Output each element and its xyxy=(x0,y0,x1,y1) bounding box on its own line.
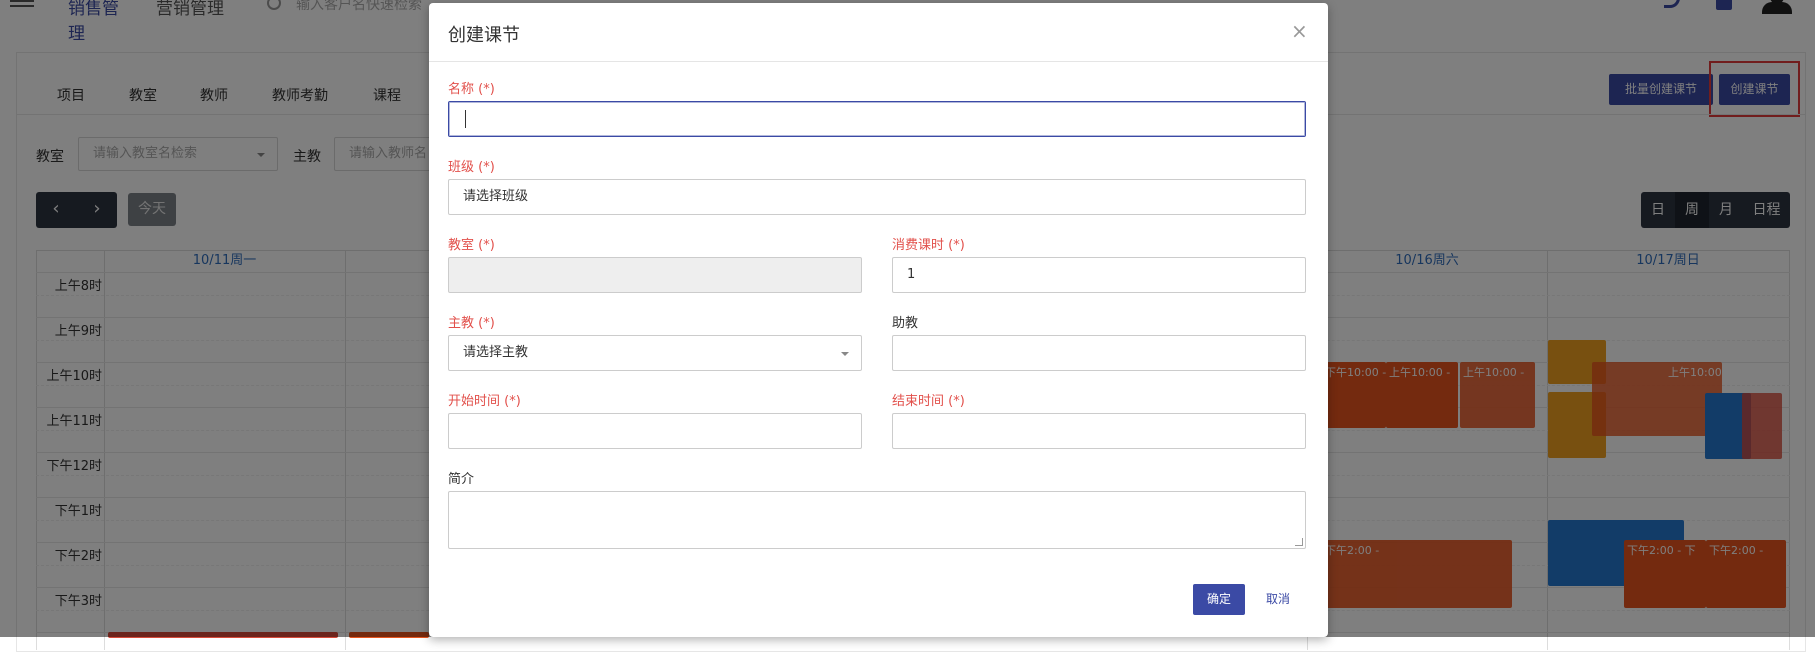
close-icon[interactable]: × xyxy=(1291,21,1308,41)
start-time-input[interactable] xyxy=(448,413,862,449)
room-field xyxy=(448,257,862,293)
class-select[interactable]: 请选择班级 xyxy=(448,179,1306,215)
dialog-title: 创建课节 xyxy=(448,25,520,46)
create-lesson-dialog: 创建课节 × 名称 (*) 班级 (*) 请选择班级 教室 (*) 消费课时 (… xyxy=(429,3,1328,637)
hours-input[interactable]: 1 xyxy=(892,257,1306,293)
hours-label: 消费课时 (*) xyxy=(892,238,965,253)
assistant-label: 助教 xyxy=(892,316,919,331)
teacher-label: 主教 (*) xyxy=(448,316,495,331)
class-placeholder: 请选择班级 xyxy=(463,189,529,204)
intro-label: 简介 xyxy=(448,472,475,487)
cancel-button[interactable]: 取消 xyxy=(1258,584,1298,615)
room-label: 教室 (*) xyxy=(448,238,495,253)
teacher-select[interactable]: 请选择主教 xyxy=(448,335,862,371)
end-time-label: 结束时间 (*) xyxy=(892,394,965,409)
start-time-label: 开始时间 (*) xyxy=(448,394,521,409)
end-time-input[interactable] xyxy=(892,413,1306,449)
teacher-placeholder: 请选择主教 xyxy=(463,345,529,360)
assistant-input[interactable] xyxy=(892,335,1306,371)
intro-textarea[interactable] xyxy=(448,491,1306,549)
name-input[interactable] xyxy=(448,101,1306,137)
hours-value: 1 xyxy=(907,267,916,282)
resize-handle-icon[interactable] xyxy=(1295,538,1303,546)
class-label: 班级 (*) xyxy=(448,160,495,175)
name-label: 名称 (*) xyxy=(448,82,495,97)
chevron-down-icon xyxy=(841,352,849,356)
confirm-button[interactable]: 确定 xyxy=(1193,584,1245,615)
dialog-divider xyxy=(429,61,1328,62)
text-cursor xyxy=(465,110,466,128)
